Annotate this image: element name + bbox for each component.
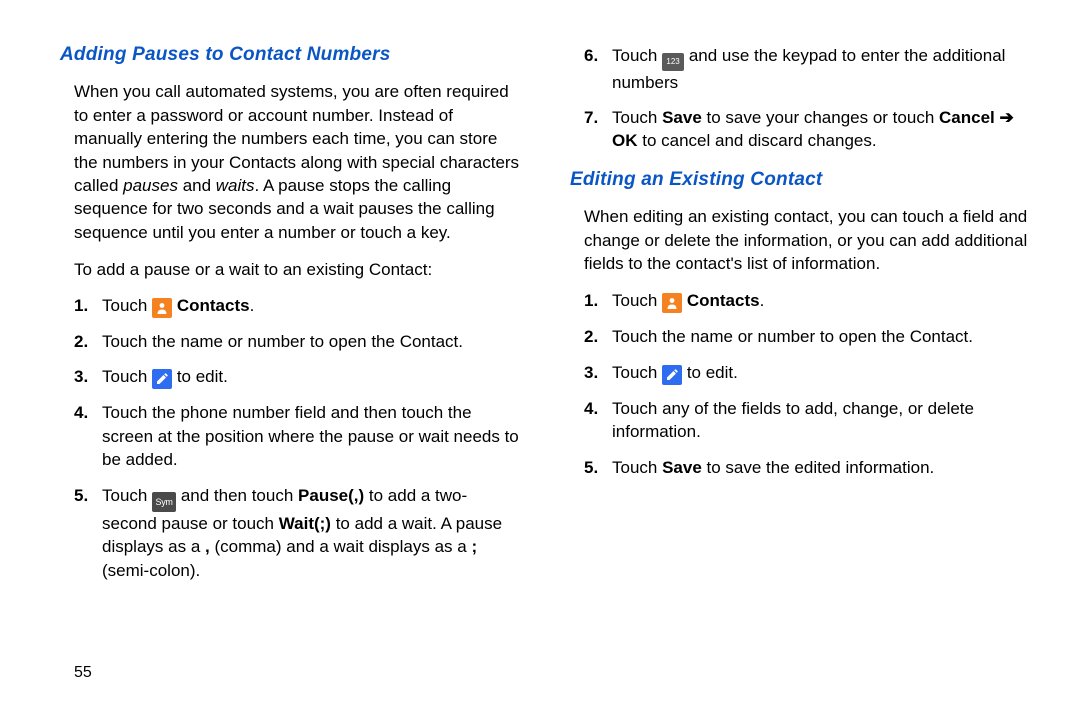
lead-text: To add a pause or a wait to an existing …	[60, 258, 520, 281]
edit-step-4: 4. Touch any of the fields to add, chang…	[584, 397, 1030, 444]
step-number: 4.	[584, 397, 598, 420]
step-1: 1. Touch Contacts.	[74, 294, 520, 318]
cancel-label: Cancel	[939, 108, 995, 127]
heading-editing-contact: Editing an Existing Contact	[570, 167, 1030, 193]
step-6: 6. Touch 123 and use the keypad to enter…	[584, 44, 1030, 94]
arrow-icon: ➔	[995, 108, 1014, 127]
e3-pre: Touch	[612, 363, 662, 382]
pause-label: Pause(,)	[298, 486, 364, 505]
edit-icon	[662, 365, 682, 385]
manual-page: Adding Pauses to Contact Numbers When yo…	[0, 0, 1080, 594]
save-label-2: Save	[662, 458, 702, 477]
e2-text: Touch the name or number to open the Con…	[612, 327, 973, 346]
step5-f: (semi-colon).	[102, 561, 200, 580]
term-pauses: pauses	[123, 176, 178, 195]
intro-paragraph: When you call automated systems, you are…	[60, 80, 520, 244]
step3-pre: Touch	[102, 367, 152, 386]
heading-adding-pauses: Adding Pauses to Contact Numbers	[60, 42, 520, 68]
step-number: 2.	[74, 330, 88, 353]
step-5: 5. Touch Sym and then touch Pause(,) to …	[74, 484, 520, 583]
step-number: 2.	[584, 325, 598, 348]
term-waits: waits	[216, 176, 255, 195]
step7-a: Touch	[612, 108, 662, 127]
e4-text: Touch any of the fields to add, change, …	[612, 399, 974, 441]
step-7: 7. Touch Save to save your changes or to…	[584, 106, 1030, 153]
keypad-icon: 123	[662, 53, 684, 71]
step-2: 2. Touch the name or number to open the …	[74, 330, 520, 353]
e1-dot: .	[760, 291, 765, 310]
step2-text: Touch the name or number to open the Con…	[102, 332, 463, 351]
edit-step-1: 1. Touch Contacts.	[584, 289, 1030, 313]
step-number: 3.	[584, 361, 598, 384]
step4-text: Touch the phone number field and then to…	[102, 403, 519, 469]
step-number: 3.	[74, 365, 88, 388]
step-number: 5.	[74, 484, 88, 507]
e5-a: Touch	[612, 458, 662, 477]
e5-b: to save the edited information.	[702, 458, 934, 477]
contacts-icon	[662, 293, 682, 313]
edit-step-2: 2. Touch the name or number to open the …	[584, 325, 1030, 348]
edit-step-3: 3. Touch to edit.	[584, 361, 1030, 385]
step-number: 4.	[74, 401, 88, 424]
semi-bold: ;	[471, 537, 477, 556]
step6-a: Touch	[612, 46, 662, 65]
step5-a: Touch	[102, 486, 152, 505]
wait-label: Wait(;)	[279, 514, 331, 533]
edit-step-5: 5. Touch Save to save the edited informa…	[584, 456, 1030, 479]
step7-b: to save your changes or touch	[702, 108, 939, 127]
edit-icon	[152, 369, 172, 389]
step-number: 7.	[584, 106, 598, 129]
edit-intro: When editing an existing contact, you ca…	[570, 205, 1030, 275]
ok-label: OK	[612, 131, 638, 150]
step-number: 1.	[584, 289, 598, 312]
intro-text-b: and	[178, 176, 216, 195]
step5-b: and then touch	[176, 486, 298, 505]
e1-pre: Touch	[612, 291, 662, 310]
page-number: 55	[74, 662, 92, 684]
step1-pre: Touch	[102, 296, 152, 315]
step-4: 4. Touch the phone number field and then…	[74, 401, 520, 471]
step5-e: (comma) and a wait displays as a	[210, 537, 472, 556]
e3-post: to edit.	[682, 363, 738, 382]
left-column: Adding Pauses to Contact Numbers When yo…	[60, 42, 520, 594]
step7-c: to cancel and discard changes.	[638, 131, 877, 150]
right-column: 6. Touch 123 and use the keypad to enter…	[570, 42, 1030, 594]
steps-edit: 1. Touch Contacts. 2. Touch the name or …	[570, 289, 1030, 479]
contacts-icon	[152, 298, 172, 318]
steps-left: 1. Touch Contacts. 2. Touch the name or …	[60, 294, 520, 582]
sym-icon: Sym	[152, 492, 176, 512]
contacts-label: Contacts	[687, 291, 760, 310]
save-label: Save	[662, 108, 702, 127]
step-3: 3. Touch to edit.	[74, 365, 520, 389]
step1-dot: .	[250, 296, 255, 315]
contacts-label: Contacts	[177, 296, 250, 315]
steps-right-cont: 6. Touch 123 and use the keypad to enter…	[570, 44, 1030, 153]
step-number: 6.	[584, 44, 598, 67]
step3-post: to edit.	[172, 367, 228, 386]
step-number: 1.	[74, 294, 88, 317]
step-number: 5.	[584, 456, 598, 479]
